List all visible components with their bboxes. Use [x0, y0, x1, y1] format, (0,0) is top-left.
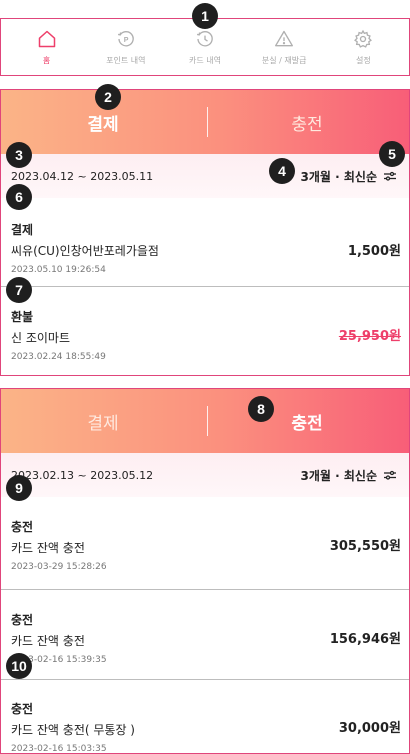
history-tabs: 결제 충전 — [1, 389, 409, 453]
history-tabs: 결제 충전 — [1, 90, 409, 154]
transaction-merchant: 씨유(CU)인창어반포레가을점 — [11, 244, 159, 258]
transaction-time: 2023-02-16 15:03:35 — [11, 744, 107, 754]
home-icon — [38, 30, 55, 47]
warning-icon — [275, 30, 294, 46]
nav-label-point-history: 포인트 내역 — [106, 55, 146, 65]
tab-charge[interactable]: 충전 — [205, 409, 409, 434]
transaction-type: 결제 — [11, 223, 34, 237]
filter-sliders-icon[interactable] — [383, 171, 397, 181]
tab-payment[interactable]: 결제 — [1, 110, 205, 135]
annotation-badge-5: 5 — [379, 141, 405, 167]
transaction-amount: 30,000원 — [338, 721, 401, 736]
svg-text:P: P — [124, 36, 129, 44]
annotation-badge-3: 3 — [6, 142, 32, 168]
annotation-badge-2: 2 — [95, 84, 121, 110]
nav-label-home: 홈 — [42, 55, 51, 65]
card-history-icon — [196, 30, 213, 46]
tab-divider — [207, 107, 208, 137]
sort-filter-button[interactable]: 3개월 · 최신순 — [301, 168, 397, 185]
transaction-item[interactable]: 충전 카드 잔액 충전 2023-02-16 15:39:35 156,946원 — [1, 590, 409, 680]
annotation-badge-4: 4 — [269, 158, 295, 184]
nav-item-home[interactable]: 홈 — [8, 29, 86, 66]
sort-label: 3개월 · 최신순 — [300, 468, 377, 483]
payment-history-panel: 결제 충전 2023.04.12 ~ 2023.05.11 3개월 · 최신순 … — [0, 89, 410, 376]
transaction-type: 충전 — [11, 613, 34, 627]
annotation-badge-6: 6 — [6, 184, 32, 210]
transaction-amount: 156,946원 — [329, 632, 401, 647]
annotation-badge-10: 10 — [6, 653, 32, 679]
date-range: 2023.02.13 ~ 2023.05.12 — [11, 468, 154, 482]
filter-sliders-icon[interactable] — [383, 470, 397, 480]
nav-item-card-history[interactable]: 카드 내역 — [166, 29, 244, 66]
annotation-badge-8: 8 — [248, 396, 274, 422]
transaction-time: 2023-03-29 15:28:26 — [11, 562, 107, 572]
transaction-amount: 305,550원 — [329, 539, 401, 554]
transaction-time: 2023-02-16 15:39:35 — [11, 655, 107, 665]
date-range: 2023.04.12 ~ 2023.05.11 — [11, 169, 154, 183]
nav-label-lost-reissue: 분실 / 재발급 — [261, 55, 307, 65]
transaction-time: 2023.05.10 19:26:54 — [11, 265, 106, 275]
transaction-item[interactable]: 충전 카드 잔액 충전( 무통장 ) 2023-02-16 15:03:35 3… — [1, 680, 409, 754]
nav-item-point-history[interactable]: P 포인트 내역 — [87, 29, 165, 66]
tab-charge[interactable]: 충전 — [205, 110, 409, 135]
tab-divider — [207, 406, 208, 436]
transaction-type: 충전 — [11, 702, 34, 716]
transaction-amount: 1,500원 — [347, 244, 401, 259]
filter-row: 2023.04.12 ~ 2023.05.11 3개월 · 최신순 — [1, 154, 409, 198]
transaction-type: 환불 — [11, 310, 34, 324]
sort-filter-button[interactable]: 3개월 · 최신순 — [301, 467, 397, 484]
point-history-icon: P — [117, 30, 134, 46]
filter-row: 2023.02.13 ~ 2023.05.12 3개월 · 최신순 — [1, 453, 409, 497]
transaction-item[interactable]: 환불 신 조이마트 2023.02.24 18:55:49 25,950원 — [1, 287, 409, 375]
transaction-amount-cancelled: 25,950원 — [338, 329, 401, 344]
transaction-item[interactable]: 충전 카드 잔액 충전 2023-03-29 15:28:26 305,550원 — [1, 497, 409, 590]
transaction-time: 2023.02.24 18:55:49 — [11, 352, 106, 362]
transaction-type: 충전 — [11, 520, 34, 534]
nav-item-lost-reissue[interactable]: 분실 / 재발급 — [245, 29, 323, 66]
sort-label: 3개월 · 최신순 — [300, 169, 377, 184]
annotation-badge-7: 7 — [6, 277, 32, 303]
tab-payment[interactable]: 결제 — [1, 409, 205, 434]
transaction-item[interactable]: 결제 씨유(CU)인창어반포레가을점 2023.05.10 19:26:54 1… — [1, 198, 409, 287]
annotation-badge-1: 1 — [192, 3, 218, 29]
annotation-badge-9: 9 — [6, 475, 32, 501]
nav-label-card-history: 카드 내역 — [188, 55, 221, 65]
charge-history-panel: 결제 충전 2023.02.13 ~ 2023.05.12 3개월 · 최신순 … — [0, 388, 410, 754]
gear-icon — [354, 29, 373, 48]
nav-label-settings: 설정 — [355, 55, 371, 65]
nav-item-settings[interactable]: 설정 — [324, 29, 402, 66]
